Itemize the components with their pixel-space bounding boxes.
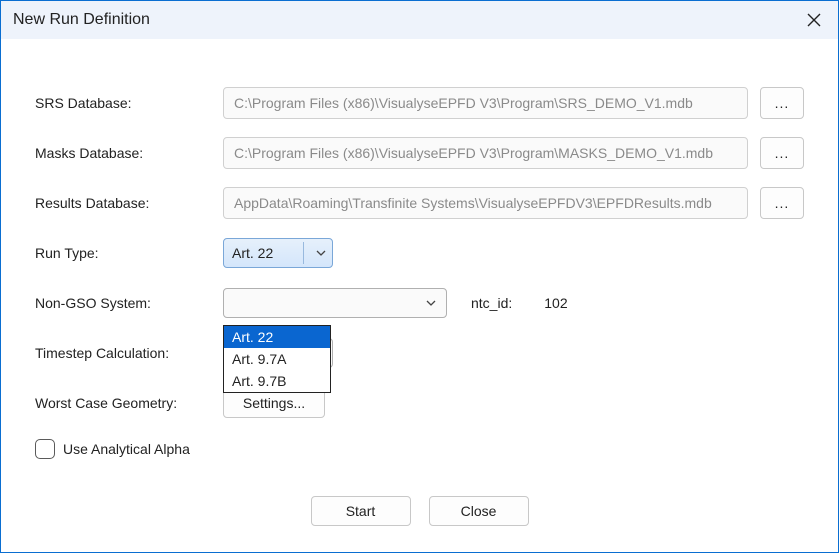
dialog-new-run: New Run Definition SRS Database: C:\Prog…: [0, 0, 839, 553]
results-browse-button[interactable]: ...: [760, 187, 804, 219]
results-path-field[interactable]: AppData\Roaming\Transfinite Systems\Visu…: [223, 187, 748, 219]
timestep-label: Timestep Calculation:: [35, 345, 223, 361]
ntc-id-label: ntc_id:: [471, 295, 512, 311]
close-icon[interactable]: [794, 1, 834, 39]
masks-label: Masks Database:: [35, 145, 223, 161]
ntc-id-value: 102: [544, 295, 567, 311]
srs-label: SRS Database:: [35, 95, 223, 111]
ngso-label: Non-GSO System:: [35, 295, 223, 311]
chevron-down-icon: [426, 297, 436, 309]
dialog-body: SRS Database: C:\Program Files (x86)\Vis…: [1, 39, 838, 496]
wcgeo-label: Worst Case Geometry:: [35, 395, 223, 411]
use-analytical-alpha-checkbox[interactable]: [35, 439, 55, 459]
runtype-option-art97a[interactable]: Art. 9.7A: [224, 348, 330, 370]
use-analytical-alpha-label: Use Analytical Alpha: [63, 441, 190, 457]
window-title: New Run Definition: [13, 11, 150, 29]
close-button[interactable]: Close: [429, 496, 529, 526]
masks-browse-button[interactable]: ...: [760, 137, 804, 169]
runtype-combo[interactable]: Art. 22: [223, 238, 333, 268]
runtype-dropdown-list[interactable]: Art. 22 Art. 9.7A Art. 9.7B: [223, 325, 331, 393]
ngso-combo[interactable]: [223, 288, 447, 318]
srs-path-field[interactable]: C:\Program Files (x86)\VisualyseEPFD V3\…: [223, 87, 748, 119]
chevron-down-icon: [316, 247, 326, 259]
runtype-option-art22[interactable]: Art. 22: [224, 326, 330, 348]
runtype-label: Run Type:: [35, 245, 223, 261]
runtype-selected: Art. 22: [232, 245, 273, 261]
srs-browse-button[interactable]: ...: [760, 87, 804, 119]
results-label: Results Database:: [35, 195, 223, 211]
dialog-footer: Start Close: [1, 496, 838, 552]
start-button[interactable]: Start: [311, 496, 411, 526]
titlebar: New Run Definition: [1, 1, 838, 39]
masks-path-field[interactable]: C:\Program Files (x86)\VisualyseEPFD V3\…: [223, 137, 748, 169]
runtype-option-art97b[interactable]: Art. 9.7B: [224, 370, 330, 392]
